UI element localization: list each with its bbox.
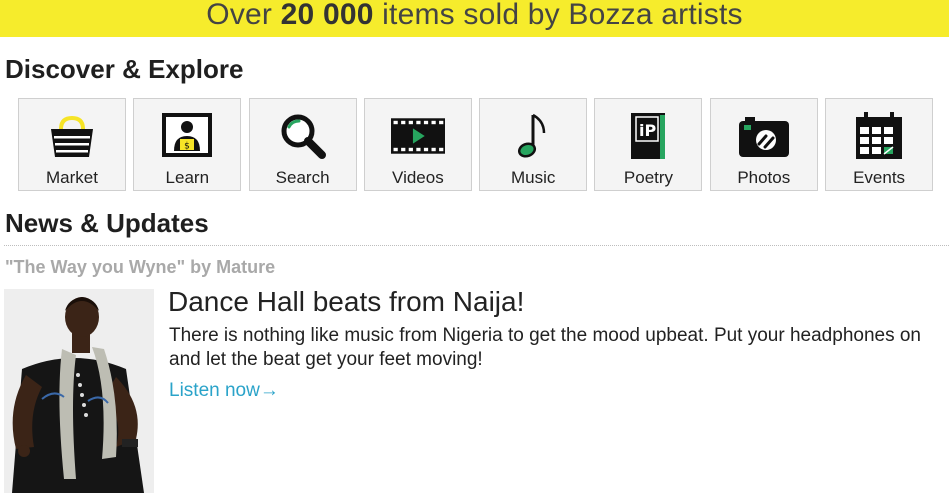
tile-music[interactable]: Music	[479, 98, 588, 191]
promo-banner-text: Over 20 000 items sold by Bozza artists	[206, 0, 743, 31]
video-icon	[390, 109, 445, 163]
poetry-book-icon: iP	[621, 109, 675, 163]
news-item-body: There is nothing like music from Nigeria…	[169, 325, 921, 370]
svg-text:$: $	[184, 142, 190, 152]
news-item-title: Dance Hall beats from Naija!	[168, 286, 525, 317]
music-note-icon	[506, 109, 560, 163]
tile-videos[interactable]: Videos	[363, 98, 472, 191]
news-item-caption: "The Way you Wyne" by Mature	[5, 257, 276, 277]
news-heading: News & Updates	[5, 208, 209, 238]
tile-poetry[interactable]: iP Poetry	[594, 98, 703, 191]
tile-label: Poetry	[623, 168, 674, 187]
search-icon	[276, 109, 330, 163]
promo-banner: Over 20 000 items sold by Bozza artists	[0, 0, 949, 37]
tile-label: Events	[853, 168, 906, 187]
calendar-icon	[852, 109, 906, 163]
discover-tiles: Market $ Learn Search Videos Music iP Po…	[18, 98, 940, 191]
tile-events[interactable]: Events	[825, 98, 934, 191]
camera-icon	[737, 109, 791, 163]
tile-label: Market	[46, 168, 98, 187]
tile-market[interactable]: Market	[18, 98, 126, 191]
tile-label: Search	[275, 168, 330, 187]
basket-icon	[45, 109, 99, 163]
tile-label: Videos	[392, 168, 444, 187]
tile-label: Learn	[165, 168, 210, 187]
tile-label: Music	[510, 168, 556, 187]
artist-photo[interactable]	[4, 289, 154, 493]
listen-now-link[interactable]: Listen now→	[169, 380, 279, 402]
section-divider	[4, 245, 949, 246]
tile-search[interactable]: Search	[248, 98, 357, 191]
tile-label: Photos	[737, 168, 791, 187]
tile-learn[interactable]: $ Learn	[133, 98, 242, 191]
svg-text:iP: iP	[639, 121, 656, 140]
learn-icon: $	[160, 109, 214, 163]
discover-heading: Discover & Explore	[5, 54, 244, 84]
tile-photos[interactable]: Photos	[709, 98, 818, 191]
